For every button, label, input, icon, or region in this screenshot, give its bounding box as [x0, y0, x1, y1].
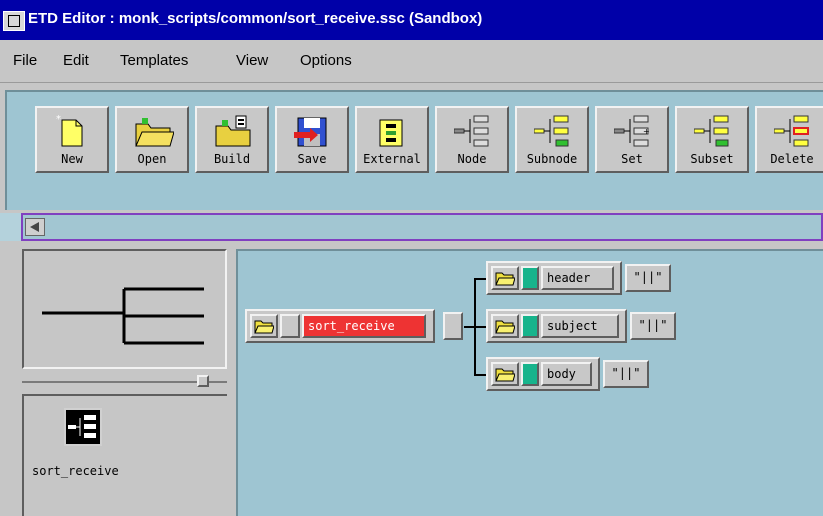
horizontal-scrollbar[interactable]: [0, 213, 823, 241]
save-button-label: Save: [297, 152, 327, 166]
build-icon: [215, 115, 251, 147]
child-node-subject[interactable]: subject: [486, 309, 627, 343]
root-marker[interactable]: [280, 314, 300, 338]
root-node-name[interactable]: sort_receive: [302, 314, 426, 338]
open-button-label: Open: [137, 152, 167, 166]
save-button[interactable]: Save: [275, 106, 349, 173]
delimiter-field[interactable]: "||": [630, 312, 676, 340]
node-marker[interactable]: [521, 266, 539, 290]
node-name[interactable]: header: [541, 266, 614, 290]
folder-icon: [495, 320, 515, 334]
external-button[interactable]: External: [355, 106, 429, 173]
set-button[interactable]: + Set: [595, 106, 669, 173]
folder-icon: [254, 320, 274, 334]
etd-list: sort_receive: [22, 394, 227, 516]
connector-line: [474, 374, 486, 376]
save-icon: [294, 117, 327, 147]
subnode-icon: [534, 115, 569, 147]
connector-line: [474, 278, 486, 280]
menu-view[interactable]: View: [236, 52, 268, 69]
node-button-label: Node: [457, 152, 487, 166]
window-title: ETD Editor : monk_scripts/common/sort_re…: [28, 10, 483, 27]
build-button[interactable]: Build: [195, 106, 269, 173]
delete-button-label: Delete: [770, 152, 814, 166]
node-name[interactable]: body: [541, 362, 592, 386]
subnode-button[interactable]: Subnode: [515, 106, 589, 173]
delete-icon: [774, 115, 809, 147]
build-button-label: Build: [213, 152, 251, 166]
node-marker[interactable]: [521, 314, 539, 338]
node-marker[interactable]: [521, 362, 539, 386]
node-button[interactable]: Node: [435, 106, 509, 173]
root-node[interactable]: sort_receive: [245, 309, 435, 343]
app-icon[interactable]: [3, 11, 25, 31]
folder-icon: [495, 272, 515, 286]
toolbar: * New Open Build Save External Node Subn…: [5, 90, 823, 210]
root-folder-button[interactable]: [250, 314, 278, 338]
sash-handle[interactable]: [197, 375, 209, 387]
etd-file-icon[interactable]: [64, 408, 102, 446]
new-file-icon: *: [56, 114, 83, 147]
child-node-header[interactable]: header: [486, 261, 622, 295]
connector-line: [464, 326, 474, 328]
folder-button[interactable]: [491, 362, 519, 386]
child-node-body[interactable]: body: [486, 357, 600, 391]
set-icon: +: [614, 115, 650, 147]
svg-text:+: +: [643, 127, 650, 136]
open-folder-icon: [135, 118, 174, 147]
external-button-label: External: [363, 152, 421, 166]
menu-templates[interactable]: Templates: [120, 52, 188, 69]
menu-options[interactable]: Options: [300, 52, 352, 69]
node-name[interactable]: subject: [541, 314, 619, 338]
external-icon: [379, 119, 403, 147]
left-panel: sort_receive: [0, 241, 236, 516]
subnode-button-label: Subnode: [526, 152, 578, 166]
subset-icon: [694, 115, 729, 147]
folder-button[interactable]: [491, 266, 519, 290]
title-bar: ETD Editor : monk_scripts/common/sort_re…: [0, 0, 823, 40]
delimiter-field[interactable]: "||": [625, 264, 671, 292]
new-button-label: New: [61, 152, 83, 166]
tree-canvas: sort_receive header "||" subject "||" bo…: [236, 249, 823, 516]
menu-bar: File Edit Templates View Options: [0, 40, 823, 83]
subset-button-label: Subset: [690, 152, 734, 166]
svg-text:*: *: [56, 114, 61, 125]
folder-icon: [495, 368, 515, 382]
delete-button[interactable]: Delete: [755, 106, 823, 173]
delimiter-field[interactable]: "||": [603, 360, 649, 388]
tree-overview-icon: [42, 287, 204, 345]
node-icon: [454, 115, 489, 147]
folder-button[interactable]: [491, 314, 519, 338]
scroll-left-arrow-icon[interactable]: [25, 218, 45, 236]
connector-line: [474, 326, 486, 328]
subset-button[interactable]: Subset: [675, 106, 749, 173]
tree-overview[interactable]: [22, 249, 227, 369]
open-button[interactable]: Open: [115, 106, 189, 173]
set-button-label: Set: [621, 152, 643, 166]
etd-item-label[interactable]: sort_receive: [32, 464, 119, 478]
new-button[interactable]: * New: [35, 106, 109, 173]
menu-file[interactable]: File: [13, 52, 37, 69]
scrollbar-track[interactable]: [21, 213, 823, 241]
root-expand-handle[interactable]: [443, 312, 463, 340]
menu-edit[interactable]: Edit: [63, 52, 89, 69]
